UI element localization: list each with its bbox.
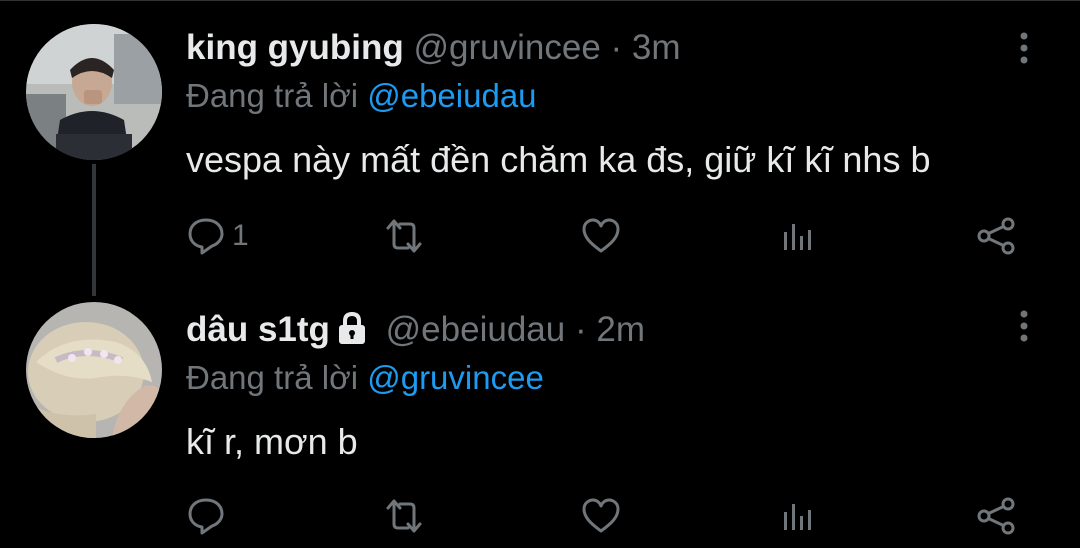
share-icon xyxy=(977,497,1015,535)
more-icon[interactable] xyxy=(1010,30,1038,70)
avatar[interactable] xyxy=(26,302,162,438)
timestamp[interactable]: 3m xyxy=(632,28,681,67)
replying-to-label: Đang trả lời xyxy=(186,77,359,114)
thread-line xyxy=(92,164,96,296)
views-button[interactable] xyxy=(778,214,818,258)
replying-to-handle[interactable]: @ebeiudau xyxy=(367,77,536,114)
views-icon xyxy=(784,224,811,250)
reply-button[interactable]: 1 xyxy=(186,214,249,258)
tweet-header: king gyubing @gruvincee · 3m xyxy=(186,26,681,70)
share-button[interactable] xyxy=(974,494,1018,538)
tweet-header: dâu s1tg @ebeiudau · 2m xyxy=(186,308,645,352)
retweet-button[interactable] xyxy=(382,214,432,258)
avatar[interactable] xyxy=(26,24,162,160)
like-icon xyxy=(582,218,620,253)
like-button[interactable] xyxy=(580,214,628,258)
reply-icon xyxy=(188,218,224,255)
like-icon xyxy=(582,498,620,533)
reply-button[interactable] xyxy=(186,494,232,538)
retweet-icon xyxy=(386,219,422,253)
like-button[interactable] xyxy=(580,494,628,538)
replying-to: Đang trả lời @gruvincee xyxy=(186,356,544,400)
replying-to-label: Đang trả lời xyxy=(186,359,359,396)
views-icon xyxy=(784,504,811,530)
separator: · xyxy=(574,310,587,349)
views-button[interactable] xyxy=(778,494,818,538)
separator: · xyxy=(610,28,623,67)
display-name[interactable]: king gyubing xyxy=(186,28,404,67)
share-button[interactable] xyxy=(974,214,1018,258)
handle[interactable]: @ebeiudau xyxy=(386,310,566,349)
more-icon[interactable] xyxy=(1010,308,1038,348)
share-icon xyxy=(977,217,1015,255)
reply-icon xyxy=(188,498,224,535)
lock-icon xyxy=(336,311,368,356)
retweet-button[interactable] xyxy=(382,494,432,538)
avatar-image xyxy=(26,24,162,160)
tweet[interactable]: dâu s1tg @ebeiudau · 2m Đang trả lời @gr… xyxy=(0,290,1080,548)
retweet-icon xyxy=(386,499,422,533)
replying-to-handle[interactable]: @gruvincee xyxy=(367,359,544,396)
replying-to: Đang trả lời @ebeiudau xyxy=(186,74,537,118)
tweet[interactable]: king gyubing @gruvincee · 3m Đang trả lờ… xyxy=(0,0,1080,296)
handle[interactable]: @gruvincee xyxy=(414,28,601,67)
display-name[interactable]: dâu s1tg xyxy=(186,310,330,349)
tweet-text: kĩ r, mơn b xyxy=(186,421,358,462)
reply-count: 1 xyxy=(232,219,249,252)
tweet-text: vespa này mất đền chăm ka đs, giữ kĩ kĩ … xyxy=(186,139,931,180)
timestamp[interactable]: 2m xyxy=(596,310,645,349)
avatar-image xyxy=(26,302,162,438)
